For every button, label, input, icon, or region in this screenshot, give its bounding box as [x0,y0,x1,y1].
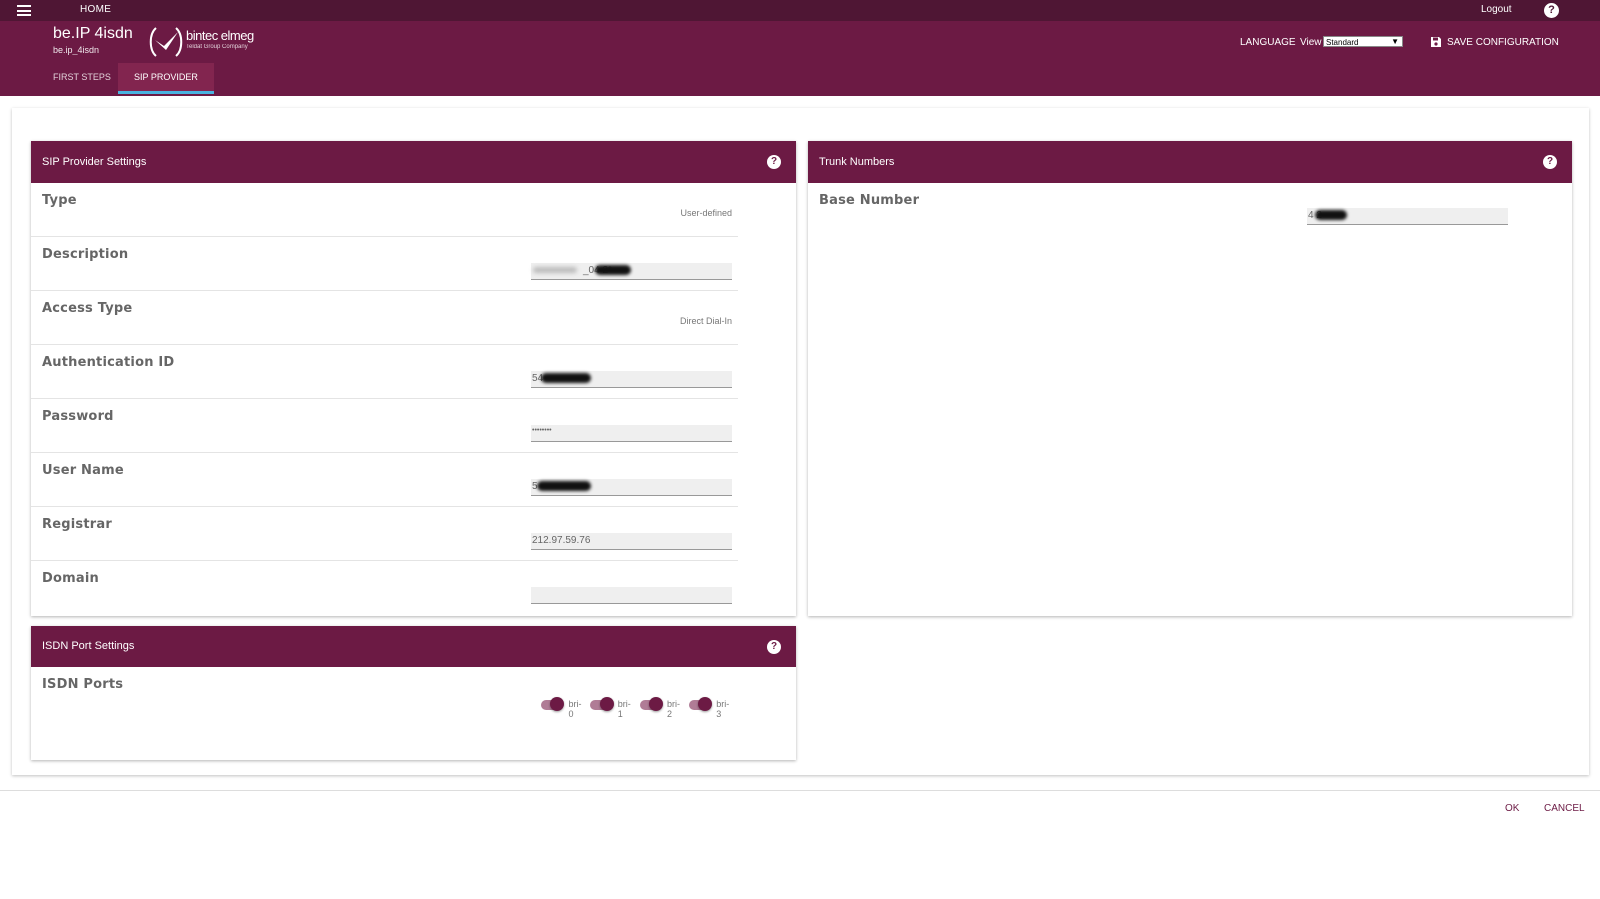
tab-sip-provider[interactable]: SIP PROVIDER [118,63,214,94]
redaction-blur [1315,210,1347,220]
help-icon[interactable]: ? [767,155,781,169]
trunk-numbers-panel: Trunk Numbers ? Base Number 4 2 [808,141,1572,616]
save-configuration-label: SAVE CONFIGURATION [1447,36,1559,48]
field-label: Description [42,247,129,262]
toggle-track [541,697,565,711]
save-icon [1431,37,1441,47]
form-row-isdn-ports: ISDN Ports bri-0 bri-1 bri-2 bri-3 [31,667,738,757]
form-row-access-type: Access Type Direct Dial-In [31,291,738,345]
isdn-port-settings-panel: ISDN Port Settings ? ISDN Ports bri-0 br… [31,626,796,760]
hamburger-menu-icon[interactable] [17,5,31,16]
logo-text: bintec elmeg [186,28,254,43]
sip-provider-settings-panel: SIP Provider Settings ? Type User-define… [31,141,796,616]
toggle-label: bri-1 [617,699,631,719]
home-link[interactable]: HOME [80,4,111,15]
toggle-knob [698,697,713,711]
form-row-domain: Domain [31,561,738,615]
main-content: SIP Provider Settings ? Type User-define… [12,108,1589,775]
form-row-type: Type User-defined [31,183,738,237]
logo-subtitle: Teldat Group Company [186,44,248,50]
help-icon[interactable]: ? [1544,3,1559,18]
toggle-track [639,697,663,711]
logout-link[interactable]: Logout [1481,4,1512,15]
dropdown-arrow-icon: ▼ [1391,37,1399,46]
form-row-registrar: Registrar 212.97.59.76 [31,507,738,561]
field-label: Access Type [42,301,133,316]
toggle-knob [648,697,663,711]
toggle-knob [550,697,565,711]
toggle-bri-0[interactable]: bri-0 [541,691,585,719]
help-icon[interactable]: ? [767,640,781,654]
field-label: Authentication ID [42,355,175,370]
tab-first-steps[interactable]: FIRST STEPS [37,63,127,94]
redaction-blur [537,481,591,491]
view-select[interactable]: Standard ▼ [1323,36,1403,47]
brand-logo: bintec elmeg Teldat Group Company [148,26,254,58]
save-configuration-button[interactable]: SAVE CONFIGURATION [1430,36,1559,48]
ok-button[interactable]: OK [1505,803,1519,814]
field-label: Registrar [42,517,112,532]
authentication-id-input[interactable]: 54 [531,371,732,388]
app-header: be.IP 4isdn be.ip_4isdn bintec elmeg Tel… [0,21,1600,96]
domain-input[interactable] [531,587,732,604]
form-row-description: Description _04 2* [31,237,738,291]
help-icon[interactable]: ? [1543,155,1557,169]
panel-title: SIP Provider Settings [42,156,147,168]
toggle-track [590,697,614,711]
device-name: be.IP 4isdn [53,25,133,42]
toggle-track [688,697,713,711]
footer-divider [0,790,1600,791]
password-value: •••••••• [532,427,552,434]
form-row-base-number: Base Number 4 2 [808,183,1514,237]
toggle-bri-3[interactable]: bri-3 [688,691,733,719]
form-row-user-name: User Name 5 [31,453,738,507]
cancel-button[interactable]: CANCEL [1544,803,1585,814]
toggle-label: bri-2 [666,699,680,719]
registrar-value: 212.97.59.76 [532,535,591,546]
language-link[interactable]: LANGUAGE [1240,37,1296,48]
password-input[interactable]: •••••••• [531,425,732,442]
field-label: ISDN Ports [42,677,124,692]
user-name-input[interactable]: 5 [531,479,732,496]
toggle-bri-1[interactable]: bri-1 [590,691,634,719]
view-select-value: Standard [1326,38,1359,47]
description-input[interactable]: _04 2* [531,263,732,280]
panel-title: ISDN Port Settings [42,640,135,652]
bird-logo-icon [149,27,183,57]
field-label: User Name [42,463,124,478]
base-number-input[interactable]: 4 2 [1307,208,1508,225]
registrar-input[interactable]: 212.97.59.76 [531,533,732,550]
isdn-port-toggles: bri-0 bri-1 bri-2 bri-3 [541,691,738,719]
toggle-knob [599,697,614,711]
panel-title: Trunk Numbers [819,156,895,168]
toggle-label: bri-0 [568,699,582,719]
top-bar: HOME Logout ? [0,0,1600,21]
redaction-blur [595,265,631,275]
field-label: Password [42,409,114,424]
toggle-label: bri-3 [716,699,730,719]
type-value: User-defined [680,208,732,218]
field-label: Base Number [819,193,920,208]
field-label: Domain [42,571,99,586]
form-row-password: Password •••••••• [31,399,738,453]
device-subtitle: be.ip_4isdn [53,45,100,55]
toggle-bri-2[interactable]: bri-2 [639,691,684,719]
form-row-authentication-id: Authentication ID 54 [31,345,738,399]
view-label: View [1300,37,1322,48]
redaction-blur [541,373,591,383]
redaction-blur [533,267,577,273]
access-type-value: Direct Dial-In [679,316,732,326]
field-label: Type [42,193,77,208]
